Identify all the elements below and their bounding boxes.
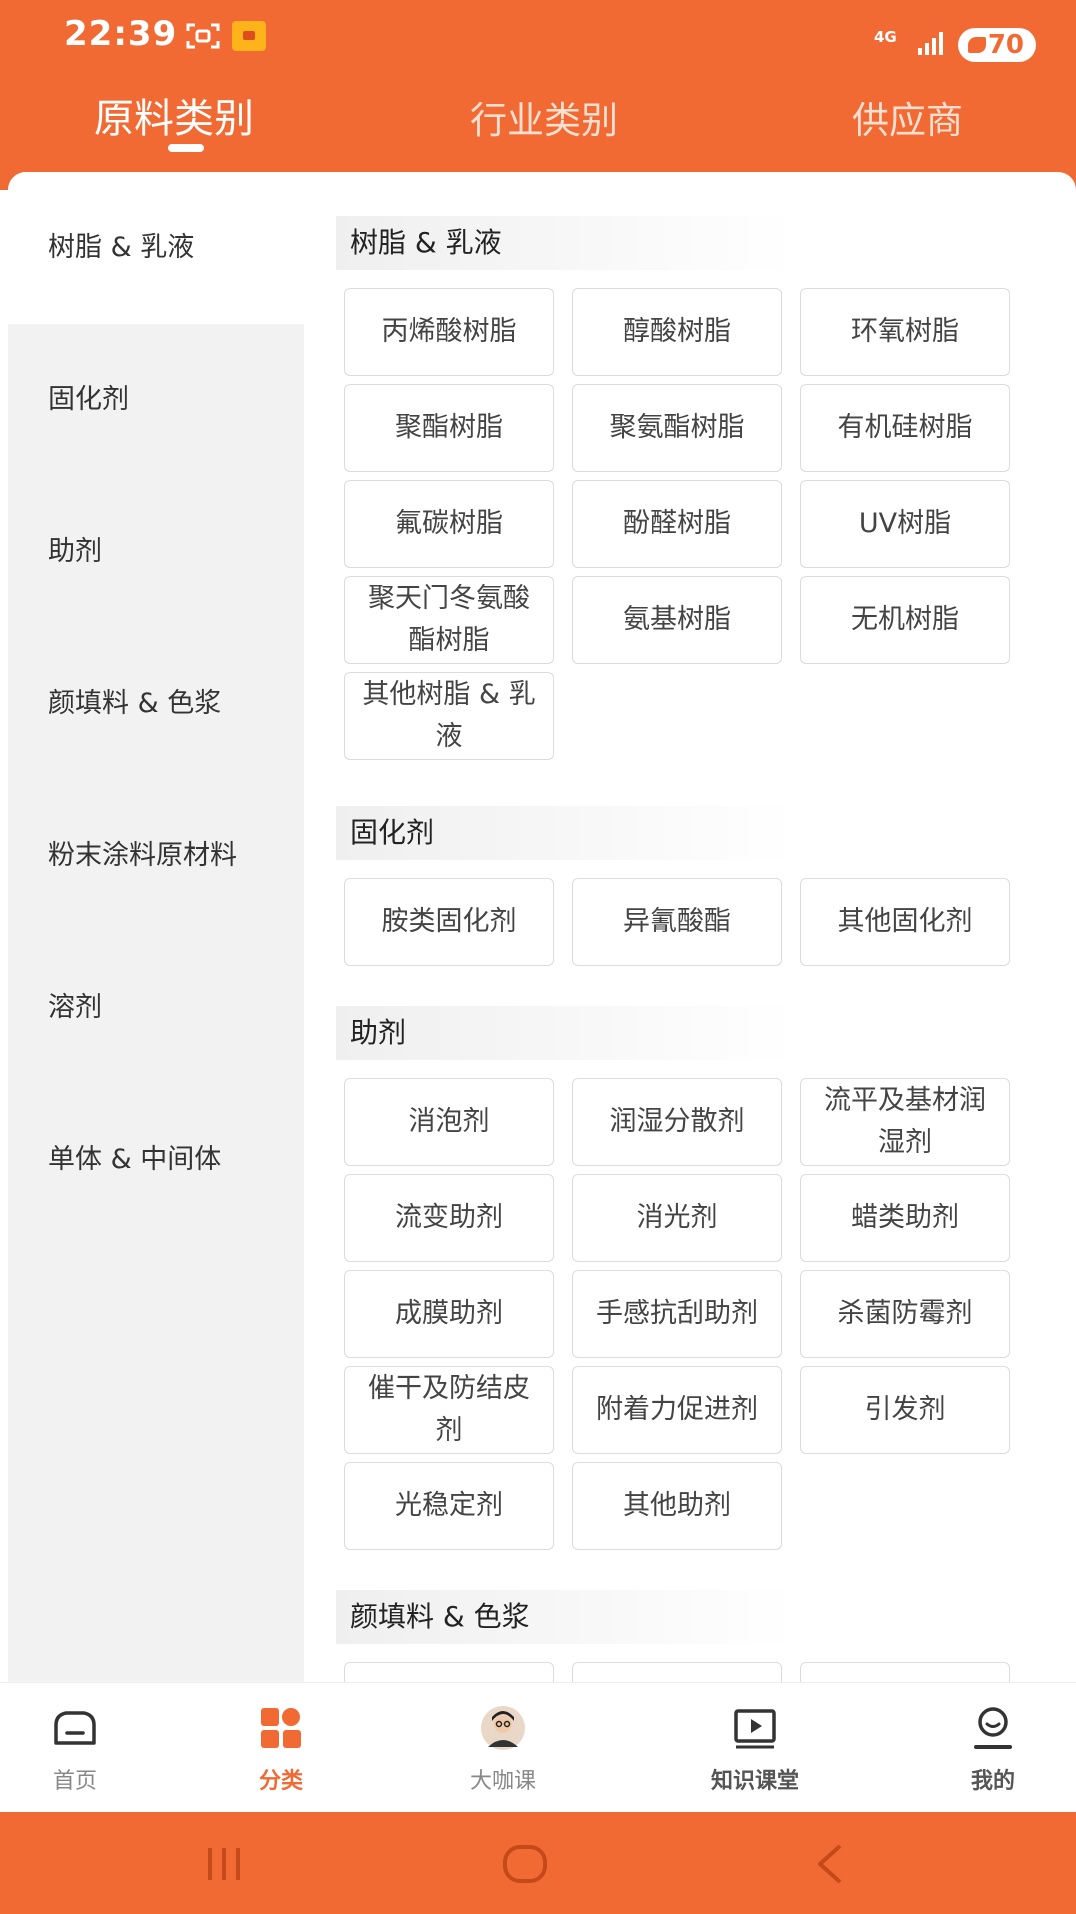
nav-home-label: 首页 bbox=[52, 1769, 97, 1794]
signal-strength-icon bbox=[918, 32, 943, 55]
chip-drier-anti-skinning[interactable]: 催干及防结皮剂 bbox=[344, 1366, 554, 1454]
category-icon bbox=[261, 1708, 301, 1748]
recent-apps-icon[interactable] bbox=[200, 1842, 250, 1886]
chip-partially-visible[interactable] bbox=[344, 1662, 554, 1682]
chip-biocide-fungicide[interactable]: 杀菌防霉剂 bbox=[800, 1270, 1010, 1358]
chip-other-curing-agent[interactable]: 其他固化剂 bbox=[800, 878, 1010, 966]
sidebar-item-powder-coating[interactable]: 粉末涂料原材料 bbox=[8, 780, 304, 932]
category-content: 树脂 & 乳液 固化剂 助剂 颜填料 & 色浆 粉末涂料原材料 溶剂 单体 & … bbox=[8, 172, 1076, 1682]
system-navigation-bar bbox=[0, 1812, 1076, 1914]
sidebar-item-curing-agent[interactable]: 固化剂 bbox=[8, 324, 304, 476]
nav-category[interactable]: 分类 bbox=[206, 1697, 356, 1807]
chip-silicone-resin[interactable]: 有机硅树脂 bbox=[800, 384, 1010, 472]
chip-partially-visible[interactable] bbox=[800, 1662, 1010, 1682]
nav-knowledge-class-label: 知识课堂 bbox=[710, 1769, 799, 1794]
expert-avatar-icon bbox=[481, 1706, 525, 1750]
tab-raw-material-category[interactable]: 原料类别 bbox=[94, 86, 254, 144]
section-title-resin-emulsion: 树脂 & 乳液 bbox=[336, 216, 796, 270]
profile-icon bbox=[974, 1707, 1012, 1749]
nav-knowledge-class[interactable]: 知识课堂 bbox=[680, 1697, 830, 1807]
chip-adhesion-promoter[interactable]: 附着力促进剂 bbox=[572, 1366, 782, 1454]
chip-initiator[interactable]: 引发剂 bbox=[800, 1366, 1010, 1454]
sidebar-item-monomer-intermediate[interactable]: 单体 & 中间体 bbox=[8, 1084, 304, 1236]
category-sidebar: 树脂 & 乳液 固化剂 助剂 颜填料 & 色浆 粉末涂料原材料 溶剂 单体 & … bbox=[8, 172, 304, 1682]
app-header: 22:39 4G 70 原料类别 行业类别 供应商 bbox=[0, 0, 1076, 190]
chip-polyurethane-resin[interactable]: 聚氨酯树脂 bbox=[572, 384, 782, 472]
chip-wetting-dispersant[interactable]: 润湿分散剂 bbox=[572, 1078, 782, 1166]
sidebar-item-pigment-filler[interactable]: 颜填料 & 色浆 bbox=[8, 628, 304, 780]
nav-profile-label: 我的 bbox=[970, 1769, 1015, 1794]
tab-supplier[interactable]: 供应商 bbox=[852, 90, 963, 144]
tab-industry-category[interactable]: 行业类别 bbox=[470, 90, 618, 144]
chip-isocyanate[interactable]: 异氰酸酯 bbox=[572, 878, 782, 966]
red-envelope-notification-icon bbox=[232, 21, 266, 51]
nav-category-label: 分类 bbox=[258, 1769, 303, 1794]
sidebar-item-resin-emulsion[interactable]: 树脂 & 乳液 bbox=[8, 172, 304, 324]
chip-anti-scratch-additive[interactable]: 手感抗刮助剂 bbox=[572, 1270, 782, 1358]
home-button-icon[interactable] bbox=[500, 1842, 550, 1886]
chip-inorganic-resin[interactable]: 无机树脂 bbox=[800, 576, 1010, 664]
chip-light-stabilizer[interactable]: 光稳定剂 bbox=[344, 1462, 554, 1550]
sidebar-item-additives[interactable]: 助剂 bbox=[8, 476, 304, 628]
back-button-icon[interactable] bbox=[806, 1842, 856, 1886]
section-title-curing-agent: 固化剂 bbox=[336, 806, 796, 860]
screen-capture-icon bbox=[186, 23, 220, 49]
home-icon bbox=[54, 1711, 96, 1745]
section-title-additives: 助剂 bbox=[336, 1006, 796, 1060]
chip-phenolic-resin[interactable]: 酚醛树脂 bbox=[572, 480, 782, 568]
subcategory-panel: 树脂 & 乳液 丙烯酸树脂 醇酸树脂 环氧树脂 聚酯树脂 聚氨酯树脂 有机硅树脂… bbox=[328, 172, 1028, 1682]
video-play-icon bbox=[734, 1709, 776, 1749]
chip-amine-curing-agent[interactable]: 胺类固化剂 bbox=[344, 878, 554, 966]
chip-rheology-additive[interactable]: 流变助剂 bbox=[344, 1174, 554, 1262]
section-title-pigment-filler: 颜填料 & 色浆 bbox=[336, 1590, 796, 1644]
chip-polyaspartic-resin[interactable]: 聚天门冬氨酸酯树脂 bbox=[344, 576, 554, 664]
bottom-navigation: 首页 分类 大咖课 知识课堂 我的 bbox=[0, 1682, 1076, 1812]
chip-coalescent[interactable]: 成膜助剂 bbox=[344, 1270, 554, 1358]
network-type: 4G bbox=[874, 28, 897, 46]
active-tab-indicator bbox=[168, 144, 204, 152]
nav-expert-course[interactable]: 大咖课 bbox=[428, 1697, 578, 1807]
chip-amino-resin[interactable]: 氨基树脂 bbox=[572, 576, 782, 664]
chip-defoamer[interactable]: 消泡剂 bbox=[344, 1078, 554, 1166]
chip-matting-agent[interactable]: 消光剂 bbox=[572, 1174, 782, 1262]
sidebar-item-solvent[interactable]: 溶剂 bbox=[8, 932, 304, 1084]
chip-epoxy-resin[interactable]: 环氧树脂 bbox=[800, 288, 1010, 376]
chip-partially-visible[interactable] bbox=[572, 1662, 782, 1682]
chip-fluorocarbon-resin[interactable]: 氟碳树脂 bbox=[344, 480, 554, 568]
chip-other-resin-emulsion[interactable]: 其他树脂 & 乳液 bbox=[344, 672, 554, 760]
nav-expert-course-label: 大咖课 bbox=[469, 1769, 536, 1794]
chip-leveling-substrate-wetting[interactable]: 流平及基材润湿剂 bbox=[800, 1078, 1010, 1166]
chip-polyester-resin[interactable]: 聚酯树脂 bbox=[344, 384, 554, 472]
category-type-tabs: 原料类别 行业类别 供应商 bbox=[0, 80, 1076, 180]
chip-other-additives[interactable]: 其他助剂 bbox=[572, 1462, 782, 1550]
chip-uv-resin[interactable]: UV树脂 bbox=[800, 480, 1010, 568]
status-bar: 22:39 4G 70 bbox=[0, 0, 1076, 75]
chip-alkyd-resin[interactable]: 醇酸树脂 bbox=[572, 288, 782, 376]
chip-acrylic-resin[interactable]: 丙烯酸树脂 bbox=[344, 288, 554, 376]
nav-home[interactable]: 首页 bbox=[0, 1697, 150, 1807]
battery-indicator: 70 bbox=[958, 28, 1036, 62]
status-clock: 22:39 bbox=[64, 14, 178, 54]
nav-profile[interactable]: 我的 bbox=[918, 1697, 1068, 1807]
chip-wax-additive[interactable]: 蜡类助剂 bbox=[800, 1174, 1010, 1262]
